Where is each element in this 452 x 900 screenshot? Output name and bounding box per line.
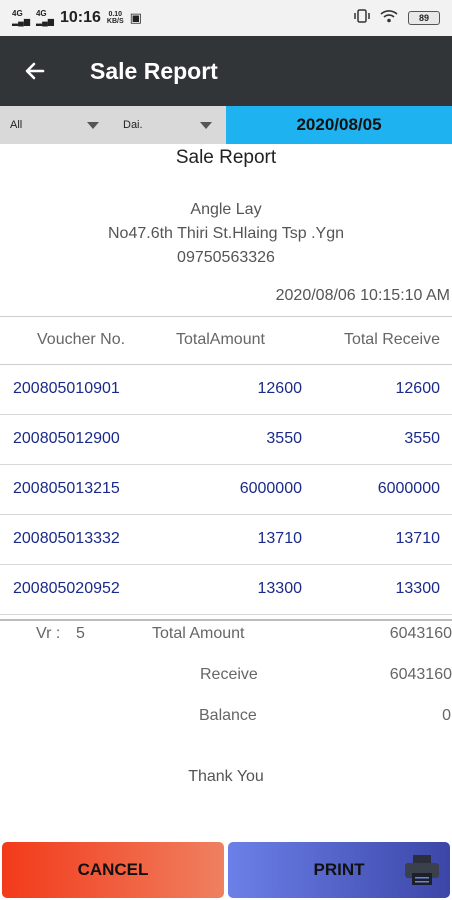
signal-indicator: 4G ▂▄▆ [12, 9, 30, 26]
back-button[interactable] [0, 36, 70, 106]
total-receive: 6000000 [377, 480, 440, 497]
clock: 10:16 [59, 9, 101, 26]
total-amount: 13300 [257, 580, 303, 597]
header-total-receive: Total Receive [343, 331, 440, 348]
total-amount: 3550 [266, 430, 302, 447]
balance-label: Balance [199, 707, 257, 724]
shop-address: No47.6th Thiri St.Hlaing Tsp .Ygn [108, 225, 344, 242]
voucher-no: 200805020952 [13, 580, 120, 597]
battery-level: 89 [418, 13, 429, 23]
total-amount: 12600 [257, 380, 303, 397]
page-title: Sale Report [90, 57, 218, 84]
cancel-button[interactable]: CANCEL [2, 842, 224, 898]
total-amount-label: Total Amount [152, 625, 245, 642]
app-bar: Sale Report [0, 36, 452, 106]
vibrate-icon [354, 8, 370, 28]
table-row[interactable]: 200805013215 6000000 6000000 [0, 465, 452, 515]
voucher-count-label: Vr : [36, 625, 61, 642]
filter-row: All Dai. 2020/08/05 [0, 106, 452, 144]
header-voucher: Voucher No. [37, 331, 126, 348]
total-receive: 13300 [395, 580, 441, 597]
type-filter-dropdown[interactable]: All [0, 106, 113, 144]
receive-label: Receive [200, 666, 258, 683]
type-filter-value: All [10, 119, 23, 131]
total-amount-value: 6043160 [389, 625, 452, 642]
divider [0, 619, 452, 621]
total-receive: 13710 [395, 530, 441, 547]
thank-you-text: Thank You [188, 768, 264, 785]
balance-value: 0 [442, 707, 451, 724]
table-header: Voucher No. TotalAmount Total Receive [0, 318, 452, 364]
table-row[interactable]: 200805012900 3550 3550 [0, 415, 452, 465]
shop-phone: 09750563326 [177, 249, 275, 266]
total-receive: 12600 [395, 380, 441, 397]
report-title: Sale Report [175, 147, 277, 168]
voucher-no: 200805010901 [13, 380, 120, 397]
print-button[interactable]: PRINT [228, 842, 450, 898]
table-row[interactable]: 200805010901 12600 12600 [0, 365, 452, 415]
signal-indicator-2: 4G ▂▄▆ [35, 9, 54, 26]
voucher-no: 200805013332 [13, 530, 120, 547]
table-row[interactable]: 200805013332 13710 13710 [0, 515, 452, 565]
date-picker[interactable]: 2020/08/05 [226, 106, 452, 144]
divider [0, 316, 452, 317]
wifi-icon [380, 9, 398, 27]
summary-total: Vr : 5 Total Amount 6043160 [0, 625, 452, 645]
total-amount: 13710 [257, 530, 303, 547]
table-row[interactable]: 200805020952 13300 13300 [0, 565, 452, 615]
back-arrow-icon [25, 62, 45, 80]
print-label: PRINT [313, 860, 365, 879]
status-bar: 4G ▂▄▆ 4G ▂▄▆ 10:16 0.10 KB/S ▣ 89 [0, 0, 452, 36]
voucher-no: 200805012900 [13, 430, 120, 447]
summary-receive: Receive 6043160 [0, 666, 452, 686]
voucher-no: 200805013215 [13, 480, 120, 497]
total-receive: 3550 [404, 430, 440, 447]
header-total-amount: TotalAmount [176, 331, 265, 348]
dropdown-arrow-icon [87, 122, 99, 129]
notification-icon: ▣ [129, 10, 142, 25]
shop-info: Angle Lay No47.6th Thiri St.Hlaing Tsp .… [0, 198, 452, 270]
summary-balance: Balance 0 [0, 707, 452, 727]
printer-icon [405, 855, 439, 885]
shop-name: Angle Lay [190, 201, 262, 218]
cancel-label: CANCEL [77, 860, 149, 879]
dropdown-arrow-icon [200, 122, 212, 129]
receive-value: 6043160 [389, 666, 452, 683]
period-filter-value: Dai. [123, 119, 143, 131]
voucher-count: 5 [76, 625, 85, 642]
total-amount: 6000000 [239, 480, 302, 497]
battery-icon: 89 [408, 11, 440, 25]
report-datetime: 2020/08/06 10:15:10 AM [275, 287, 450, 304]
period-filter-dropdown[interactable]: Dai. [113, 106, 226, 144]
network-speed: 0.10 KB/S [106, 11, 124, 25]
